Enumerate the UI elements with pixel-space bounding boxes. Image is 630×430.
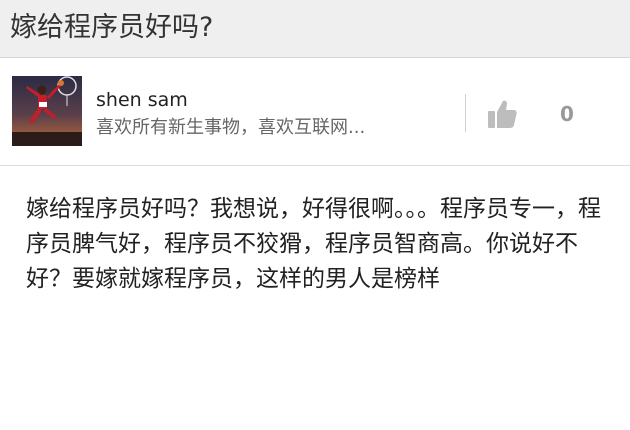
author-name[interactable]: shen sam — [96, 88, 188, 112]
question-header: 嫁给程序员好吗? — [0, 0, 630, 58]
answer-body-text: 嫁给程序员好吗？我想说，好得很啊。。。程序员专一，程序员脾气好，程序员不狡猾，程… — [26, 196, 601, 292]
author-bio: 喜欢所有新生事物，喜欢互联网... — [96, 117, 366, 138]
vote-divider — [465, 94, 466, 132]
avatar-image — [12, 76, 82, 146]
answer-page: 嫁给程序员好吗? shen sam 喜欢所有新生事物，喜欢互联网... 0 嫁给… — [0, 0, 630, 430]
question-title[interactable]: 嫁给程序员好吗? — [10, 8, 213, 48]
avatar[interactable] — [12, 76, 82, 146]
answer-author-bar: shen sam 喜欢所有新生事物，喜欢互联网... 0 — [0, 58, 630, 166]
thumb-up-icon[interactable] — [486, 98, 518, 130]
vote-count: 0 — [560, 102, 574, 126]
